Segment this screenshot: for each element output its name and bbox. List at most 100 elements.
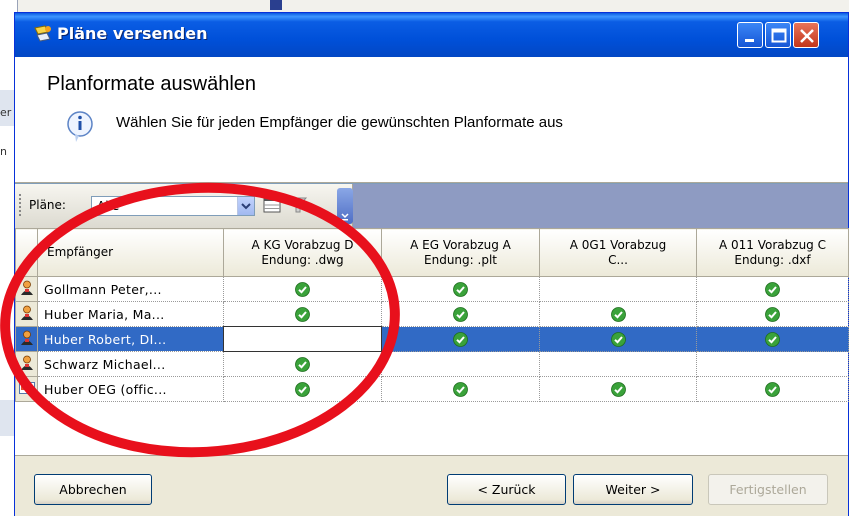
background-text: er [0,106,12,119]
format-cell-checked[interactable] [539,376,697,402]
next-button[interactable]: Weiter > [573,474,693,505]
back-button[interactable]: < Zurück [447,474,566,505]
recipient-name-cell[interactable]: Huber Maria, Ma... [37,301,224,327]
business-card-icon [15,376,38,402]
cancel-button[interactable]: Abbrechen [34,474,152,505]
send-plans-dialog: Pläne versenden Planformate auswählen Wä… [14,12,849,516]
wizard-header: Planformate auswählen Wählen Sie für jed… [15,57,848,183]
format-cell-checked[interactable] [539,326,697,352]
close-icon [800,29,814,43]
recipient-grid-panel: Pläne: Alle Empfänger A KG Vorabzug D En… [15,183,849,455]
format-cell-checked[interactable] [696,376,849,402]
table-row[interactable]: Huber Robert, DI... [15,326,849,352]
grid-header-row: Empfänger A KG Vorabzug D Endung: .dwg A … [15,228,849,277]
chevron-down-icon[interactable] [237,197,254,215]
table-row[interactable]: Schwarz Michael... [15,351,849,377]
column-header-format[interactable]: A 011 Vorabzug C Endung: .dxf [696,228,849,277]
column-header-format[interactable]: A EG Vorabzug A Endung: .plt [381,228,540,277]
check-icon [610,382,626,397]
toolbar-overflow-button[interactable] [337,188,353,224]
format-cell-empty[interactable] [539,276,697,302]
plans-filter-select[interactable]: Alle [91,196,255,216]
minimize-icon [745,39,754,42]
finish-button[interactable]: Fertigstellen [708,474,828,505]
background-window-edge [270,0,282,10]
title-bar[interactable]: Pläne versenden [15,13,848,57]
person-icon [15,326,38,352]
grid-body: Gollmann Peter,... Huber Maria, Ma... Hube… [15,276,849,402]
table-row[interactable]: Huber OEG (offic... [15,376,849,402]
dialog-title: Pläne versenden [57,24,208,43]
column-header-line1: A EG Vorabzug A [410,237,511,252]
format-cell-empty[interactable] [223,326,382,352]
toolbar-grip-handle[interactable] [19,194,22,216]
table-row[interactable]: Gollmann Peter,... [15,276,849,302]
check-icon [453,382,468,397]
check-icon [295,382,310,397]
format-cell-checked[interactable] [381,301,540,327]
format-cell-checked[interactable] [381,376,540,402]
close-button[interactable] [793,22,819,48]
column-header-label: Empfänger [47,245,114,259]
format-cell-checked[interactable] [223,376,382,402]
person-icon [15,351,38,377]
recipient-name-cell[interactable]: Huber Robert, DI... [37,326,224,352]
wizard-footer: Abbrechen < Zurück Weiter > Fertigstelle… [15,455,848,516]
column-header-recipient[interactable]: Empfänger [37,228,224,277]
check-icon [765,282,780,297]
check-icon [295,357,310,372]
table-row[interactable]: Huber Maria, Ma... [15,301,849,327]
overflow-icon [341,213,349,221]
column-header-line1: A KG Vorabzug D [251,237,354,252]
format-cell-checked[interactable] [223,351,382,377]
recipient-name-cell[interactable]: Huber OEG (offic... [37,376,224,402]
check-icon [295,307,310,322]
column-header-line1: A 011 Vorabzug C [719,237,826,252]
column-header-line1: A 0G1 Vorabzug [569,237,667,252]
format-cell-empty[interactable] [539,351,697,377]
format-cell-checked[interactable] [696,326,849,352]
row-header-corner [15,228,38,277]
format-cell-empty[interactable] [696,351,849,377]
format-cell-checked[interactable] [696,301,849,327]
format-cell-checked[interactable] [381,326,540,352]
format-cell-checked[interactable] [381,276,540,302]
check-icon [453,282,468,297]
format-cell-checked[interactable] [696,276,849,302]
format-cell-empty[interactable] [381,351,540,377]
minimize-button[interactable] [737,22,763,48]
person-icon [15,301,38,327]
maximize-icon [771,28,787,43]
check-icon [453,307,468,322]
check-icon [610,307,626,322]
format-cell-checked[interactable] [223,301,382,327]
page-title: Planformate auswählen [47,73,257,95]
column-header-line2: Endung: .dwg [261,252,344,267]
check-icon [453,332,468,347]
check-icon [765,332,780,347]
check-icon [765,307,780,322]
person-icon [15,276,38,302]
column-header-format[interactable]: A 0G1 Vorabzug C... [539,228,697,277]
plans-filter-value: Alle [97,199,120,213]
grid-toolbar: Pläne: Alle [15,184,353,228]
check-icon [765,382,780,397]
maximize-button[interactable] [765,22,791,48]
toolbar-empty-area [353,184,848,228]
filter-icon[interactable] [287,192,309,218]
plans-send-icon [34,25,51,42]
format-cell-checked[interactable] [223,276,382,302]
recipient-name-cell[interactable]: Gollmann Peter,... [37,276,224,302]
column-header-line2: C... [608,252,628,267]
column-header-format[interactable]: A KG Vorabzug D Endung: .dwg [223,228,382,277]
column-header-line2: Endung: .plt [424,252,497,267]
info-icon [67,111,93,142]
table-view-icon[interactable] [261,194,283,216]
recipient-format-grid: Empfänger A KG Vorabzug D Endung: .dwg A … [15,228,849,402]
plans-filter-label: Pläne: [29,198,66,212]
page-description: Wählen Sie für jeden Empfänger die gewün… [116,114,563,131]
column-header-line2: Endung: .dxf [734,252,811,267]
background-text: n [0,145,7,158]
recipient-name-cell[interactable]: Schwarz Michael... [37,351,224,377]
format-cell-checked[interactable] [539,301,697,327]
